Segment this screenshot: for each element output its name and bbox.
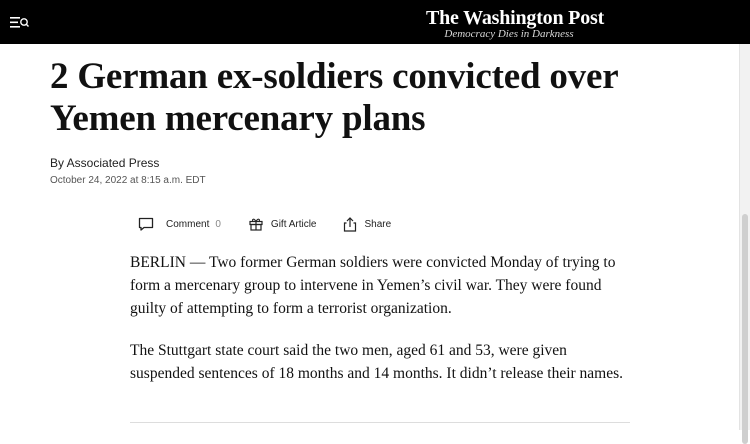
share-icon [343,216,356,232]
top-navigation-bar: The Washington Post Democracy Dies in Da… [0,0,750,44]
share-button[interactable]: Share [343,216,392,232]
scrollbar[interactable] [739,44,750,444]
gift-article-button[interactable]: Gift Article [249,217,317,231]
comment-label: Comment [166,218,210,230]
site-tagline: Democracy Dies in Darkness [444,28,574,40]
gift-article-label: Gift Article [270,218,317,230]
gift-icon [249,218,263,231]
site-logo[interactable]: The Washington Post [0,7,750,30]
share-label: Share [364,218,392,230]
article-actions-bar: Comment 0 Gift Article Share [138,214,391,234]
comment-icon [138,217,154,231]
scrollbar-thumb[interactable] [742,214,748,444]
comment-count: 0 [215,218,221,230]
article-paragraph: BERLIN — Two former German soldiers were… [130,254,616,317]
comment-button[interactable]: Comment 0 [138,217,221,231]
content-divider [130,422,630,423]
article-date: October 24, 2022 at 8:15 a.m. EDT [50,175,206,186]
article-headline: 2 German ex-soldiers convicted over Yeme… [50,56,618,139]
article-paragraph: The Stuttgart state court said the two m… [130,342,624,382]
article-byline[interactable]: By Associated Press [50,156,159,170]
